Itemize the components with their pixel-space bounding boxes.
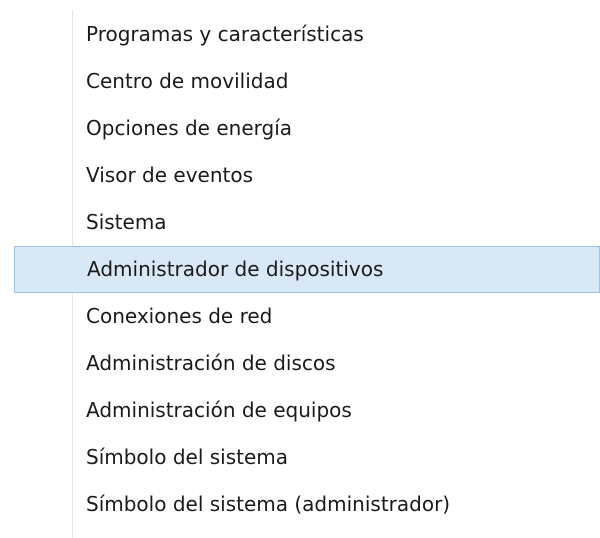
menu-item-network-connections[interactable]: Conexiones de red — [0, 293, 600, 340]
menu-item-mobility-center[interactable]: Centro de movilidad — [0, 58, 600, 105]
menu-item-device-manager[interactable]: Administrador de dispositivos — [14, 246, 600, 293]
context-menu: Programas y características Centro de mo… — [0, 0, 600, 538]
menu-item-command-prompt-admin[interactable]: Símbolo del sistema (administrador) — [0, 481, 600, 528]
menu-item-event-viewer[interactable]: Visor de eventos — [0, 152, 600, 199]
menu-item-command-prompt[interactable]: Símbolo del sistema — [0, 434, 600, 481]
menu-item-power-options[interactable]: Opciones de energía — [0, 105, 600, 152]
menu-item-disk-management[interactable]: Administración de discos — [0, 340, 600, 387]
menu-item-system[interactable]: Sistema — [0, 199, 600, 246]
menu-item-computer-management[interactable]: Administración de equipos — [0, 387, 600, 434]
menu-item-programs-and-features[interactable]: Programas y características — [0, 11, 600, 58]
menu-item-list: Programas y características Centro de mo… — [0, 11, 600, 528]
